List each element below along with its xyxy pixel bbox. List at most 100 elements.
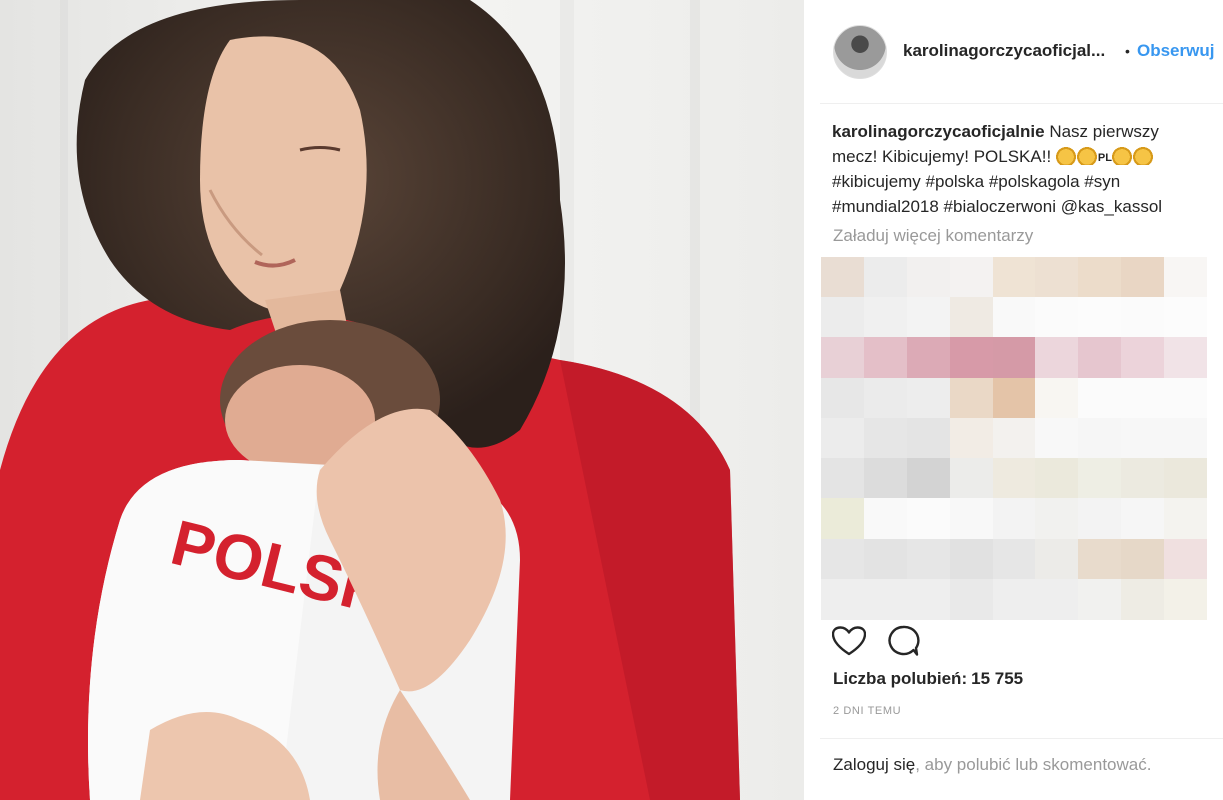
pixel-cell xyxy=(1035,297,1079,339)
pixel-cell xyxy=(1164,337,1208,379)
avatar[interactable] xyxy=(833,25,887,79)
pixel-cell xyxy=(1035,337,1079,379)
pixel-cell xyxy=(863,538,907,580)
pixel-cell xyxy=(1164,458,1208,500)
pixel-cell xyxy=(1078,417,1122,459)
pixel-cell xyxy=(906,297,950,339)
pixel-cell xyxy=(906,417,950,459)
pixel-cell xyxy=(992,297,1036,339)
pixel-cell xyxy=(1121,578,1165,620)
likes-count[interactable]: Liczba polubień: 15 755 xyxy=(833,669,1023,689)
pixel-cell xyxy=(821,498,864,540)
pixelated-comments xyxy=(821,257,1208,620)
pixel-cell xyxy=(1164,538,1208,580)
pixel-cell xyxy=(906,538,950,580)
clap-emoji-icon xyxy=(1111,146,1132,165)
post-caption: karolinagorczycaoficjalnie Nasz pierwszy… xyxy=(832,120,1207,219)
pixel-cell xyxy=(1035,498,1079,540)
pixel-cell xyxy=(1035,578,1079,620)
pixel-cell xyxy=(1121,538,1165,580)
caption-username[interactable]: karolinagorczycaoficjalnie xyxy=(832,122,1045,141)
clap-emoji-icon xyxy=(1076,146,1097,165)
login-link[interactable]: Zaloguj się xyxy=(833,755,915,774)
pixel-cell xyxy=(1078,337,1122,379)
pixel-cell xyxy=(992,498,1036,540)
pixel-cell xyxy=(821,578,864,620)
comment-icon[interactable] xyxy=(886,624,920,658)
pixel-cell xyxy=(1078,458,1122,500)
pixel-cell xyxy=(949,257,993,298)
pixel-cell xyxy=(863,578,907,620)
pixel-cell xyxy=(906,458,950,500)
likes-number: 15 755 xyxy=(971,669,1024,688)
header-divider xyxy=(820,103,1223,104)
pixel-cell xyxy=(1035,377,1079,419)
clap-emoji-icon xyxy=(1132,146,1153,165)
pixel-cell xyxy=(1078,578,1122,620)
pixel-cell xyxy=(1121,458,1165,500)
post-username[interactable]: karolinagorczycaoficjal... xyxy=(903,41,1105,61)
pixel-cell xyxy=(1164,297,1208,339)
pixel-cell xyxy=(949,458,993,500)
post-sidebar: karolinagorczycaoficjal... • Obserwuj ka… xyxy=(804,0,1223,800)
post-photo[interactable]: POLSKA xyxy=(0,0,804,800)
pixel-cell xyxy=(1078,297,1122,339)
pixel-cell xyxy=(1121,257,1165,298)
pixel-cell xyxy=(821,377,864,419)
pixel-cell xyxy=(821,458,864,500)
pixel-cell xyxy=(1164,498,1208,540)
pixel-cell xyxy=(821,417,864,459)
login-prompt: Zaloguj się, aby polubić lub skomentować… xyxy=(833,755,1151,775)
pixel-cell xyxy=(992,458,1036,500)
pixel-cell xyxy=(1078,538,1122,580)
pixel-cell xyxy=(906,498,950,540)
pixel-cell xyxy=(992,257,1036,298)
pixel-cell xyxy=(1078,498,1122,540)
pixel-cell xyxy=(992,578,1036,620)
pixel-cell xyxy=(1164,377,1208,419)
caption-hashtags[interactable]: #kibicujemy #polska #polskagola #syn #mu… xyxy=(832,172,1162,216)
separator-dot: • xyxy=(1125,43,1130,59)
pixel-cell xyxy=(949,377,993,419)
pixel-cell xyxy=(821,297,864,339)
pixel-cell xyxy=(992,417,1036,459)
pixel-cell xyxy=(821,257,864,298)
post-timestamp[interactable]: 2 DNI TEMU xyxy=(833,705,901,717)
clap-emoji-icon xyxy=(1055,146,1076,165)
pixel-cell xyxy=(949,578,993,620)
pixel-cell xyxy=(1164,257,1208,298)
pixel-cell xyxy=(992,538,1036,580)
pixel-cell xyxy=(1121,417,1165,459)
pixel-cell xyxy=(1164,578,1208,620)
follow-button[interactable]: Obserwuj xyxy=(1137,41,1214,61)
heart-icon[interactable] xyxy=(832,626,866,656)
flag-pl-icon: PL xyxy=(1097,151,1112,164)
likes-label: Liczba polubień: xyxy=(833,669,968,688)
pixel-cell xyxy=(1035,538,1079,580)
pixel-cell xyxy=(1035,458,1079,500)
pixel-cell xyxy=(906,337,950,379)
pixel-cell xyxy=(1121,337,1165,379)
pixel-cell xyxy=(863,458,907,500)
pixel-cell xyxy=(949,417,993,459)
pixel-cell xyxy=(863,337,907,379)
pixel-cell xyxy=(1121,498,1165,540)
pixel-cell xyxy=(1121,297,1165,339)
pixel-cell xyxy=(821,538,864,580)
pixel-cell xyxy=(906,257,950,298)
photo-illustration: POLSKA xyxy=(0,0,804,800)
pixel-cell xyxy=(1035,257,1079,298)
pixel-cell xyxy=(949,297,993,339)
pixel-cell xyxy=(949,337,993,379)
pixel-cell xyxy=(1035,417,1079,459)
load-more-comments[interactable]: Załaduj więcej komentarzy xyxy=(833,226,1033,246)
pixel-cell xyxy=(1078,377,1122,419)
pixel-cell xyxy=(863,257,907,298)
pixel-cell xyxy=(821,337,864,379)
pixel-cell xyxy=(906,377,950,419)
pixel-cell xyxy=(863,377,907,419)
pixel-cell xyxy=(863,498,907,540)
post-header: karolinagorczycaoficjal... • Obserwuj xyxy=(804,0,1223,103)
pixel-cell xyxy=(1078,257,1122,298)
pixel-cell xyxy=(1121,377,1165,419)
